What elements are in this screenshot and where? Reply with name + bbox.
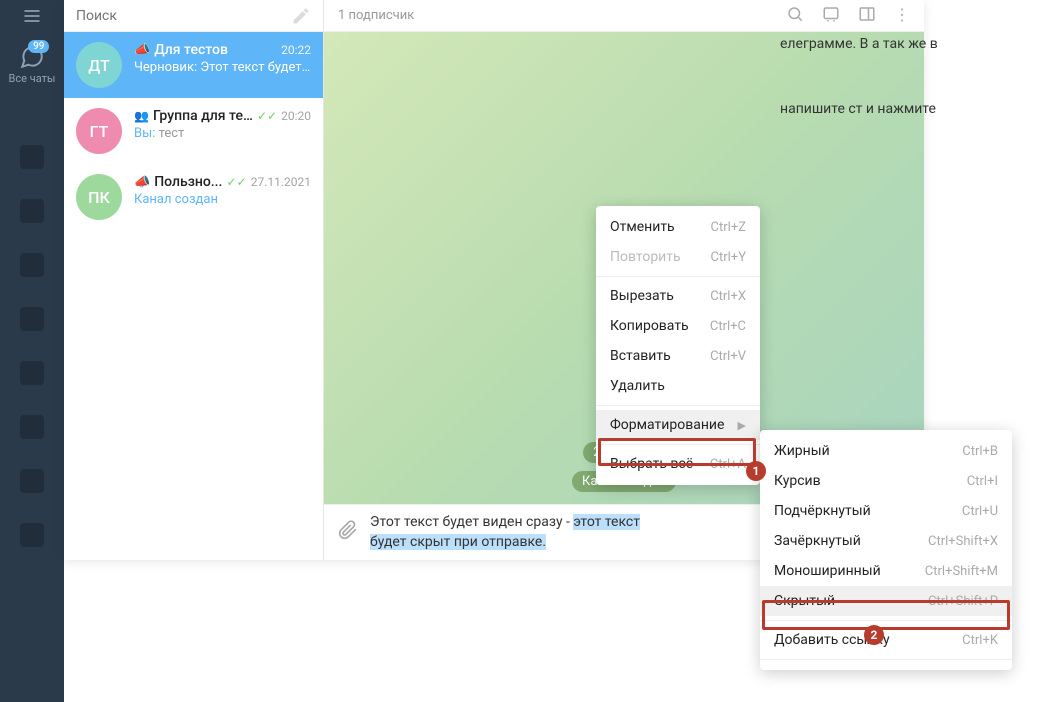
folder-icon[interactable]: [20, 415, 44, 439]
chat-header: 1 подписчик ⋮: [324, 0, 924, 32]
menu-item[interactable]: Форматирование ▶: [596, 410, 760, 440]
folder-icon[interactable]: [20, 145, 44, 169]
menu-item-label: Вставить: [610, 348, 671, 364]
chat-preview: Вы: тест: [134, 126, 311, 141]
leftbar-folders: [20, 145, 44, 547]
article-text: елеграмме. В а так же в напишите ст и на…: [780, 34, 980, 164]
folder-icon[interactable]: [20, 469, 44, 493]
menu-item[interactable]: Вырезать Ctrl+X: [596, 281, 760, 311]
menu-item-label: Вырезать: [610, 288, 674, 304]
all-chats-label: Все чаты: [9, 72, 56, 85]
format-submenu: Жирный Ctrl+B Курсив Ctrl+I Подчёркнутый Ctrl…: [760, 430, 1012, 670]
comments-icon[interactable]: [822, 5, 840, 27]
message-input[interactable]: Этот текст будет виден сразу - этот текс…: [370, 513, 814, 552]
all-chats-tab[interactable]: 99 Все чаты: [9, 44, 56, 85]
menu-item-label: Жирный: [774, 443, 830, 459]
menu-shortcut: Ctrl+I: [967, 474, 998, 489]
menu-button[interactable]: [0, 0, 64, 32]
menu-shortcut: Ctrl+X: [710, 289, 746, 304]
read-checks-icon: ✓✓: [257, 109, 277, 123]
unread-badge: 99: [28, 40, 49, 53]
menu-shortcut: Ctrl+Z: [711, 220, 746, 235]
menu-item[interactable]: Удалить: [596, 371, 760, 401]
menu-item-label: Зачёркнутый: [774, 533, 861, 549]
chat-title: Пользно...: [154, 174, 222, 190]
menu-item[interactable]: Зачёркнутый Ctrl+Shift+X: [760, 526, 1012, 556]
menu-item[interactable]: Подчёркнутый Ctrl+U: [760, 496, 1012, 526]
menu-item[interactable]: Повторить Ctrl+Y: [596, 242, 760, 272]
attach-icon[interactable]: [338, 520, 358, 545]
menu-item-label: Моноширинный: [774, 563, 881, 579]
chat-preview: Черновик: Этот текст будет ...: [134, 60, 311, 75]
sidebar-icon[interactable]: [858, 5, 876, 27]
menu-item-label: Копировать: [610, 318, 689, 334]
menu-item[interactable]: Отменить Ctrl+Z: [596, 212, 760, 242]
annotation-badge-2: 2: [864, 625, 884, 645]
chat-list: ДТ 📣 Для тестов 20:22 Черновик: Этот тек…: [64, 0, 324, 560]
submenu-arrow-icon: ▶: [738, 419, 746, 432]
avatar: ПК: [76, 174, 122, 220]
menu-item[interactable]: Жирный Ctrl+B: [760, 436, 1012, 466]
menu-shortcut: Ctrl+Shift+M: [925, 564, 998, 579]
menu-item-label: Форматирование: [610, 417, 724, 433]
menu-item-label: Подчёркнутый: [774, 503, 871, 519]
menu-item[interactable]: Курсив Ctrl+I: [760, 466, 1012, 496]
menu-item-label: Удалить: [610, 378, 665, 394]
chat-title: Группа для те...: [153, 108, 253, 124]
menu-shortcut: Ctrl+C: [710, 319, 746, 334]
search-icon[interactable]: [786, 5, 804, 27]
menu-item[interactable]: Моноширинный Ctrl+Shift+M: [760, 556, 1012, 586]
folder-icon[interactable]: [20, 199, 44, 223]
compose-icon[interactable]: [291, 6, 311, 26]
annotation-badge-1: 1: [746, 461, 766, 481]
chat-time: 20:22: [281, 43, 311, 57]
menu-item[interactable]: Копировать Ctrl+C: [596, 311, 760, 341]
menu-shortcut: Ctrl+U: [962, 504, 998, 519]
chat-time: 27.11.2021: [251, 175, 311, 189]
search-input[interactable]: [76, 8, 291, 24]
chat-preview: Канал создан: [134, 192, 311, 207]
folder-icon[interactable]: [20, 361, 44, 385]
menu-shortcut: Ctrl+K: [962, 633, 998, 648]
menu-shortcut: Ctrl+V: [710, 349, 746, 364]
channel-icon: 📣: [134, 175, 150, 190]
read-checks-icon: ✓✓: [226, 175, 246, 189]
menu-shortcut: Ctrl+B: [962, 444, 998, 459]
chat-item[interactable]: ПК 📣 Пользно... ✓✓ 27.11.2021 Канал созд…: [64, 164, 323, 230]
group-icon: 👥: [134, 109, 149, 123]
menu-shortcut: Ctrl+Shift+X: [928, 534, 998, 549]
avatar: ДТ: [76, 42, 122, 88]
folder-icon[interactable]: [20, 253, 44, 277]
subscriber-count: 1 подписчик: [338, 8, 414, 23]
highlight-box-2: [762, 600, 1010, 630]
avatar: ГТ: [76, 108, 122, 154]
menu-item-label: Курсив: [774, 473, 821, 489]
folder-icon[interactable]: [20, 523, 44, 547]
menu-item-label: Отменить: [610, 219, 675, 235]
left-sidebar: 99 Все чаты: [0, 0, 64, 702]
menu-item[interactable]: Вставить Ctrl+V: [596, 341, 760, 371]
menu-item-label: Повторить: [610, 249, 681, 265]
highlight-box-1: [598, 438, 756, 466]
menu-shortcut: Ctrl+Y: [711, 250, 746, 265]
chat-time: 20:20: [281, 109, 311, 123]
channel-icon: 📣: [134, 43, 150, 58]
folder-icon[interactable]: [20, 307, 44, 331]
chat-item[interactable]: ГТ 👥 Группа для те... ✓✓ 20:20 Вы: тест: [64, 98, 323, 164]
chat-item[interactable]: ДТ 📣 Для тестов 20:22 Черновик: Этот тек…: [64, 32, 323, 98]
more-icon[interactable]: ⋮: [894, 5, 910, 27]
search-row: [64, 0, 323, 32]
chat-title: Для тестов: [154, 42, 228, 58]
